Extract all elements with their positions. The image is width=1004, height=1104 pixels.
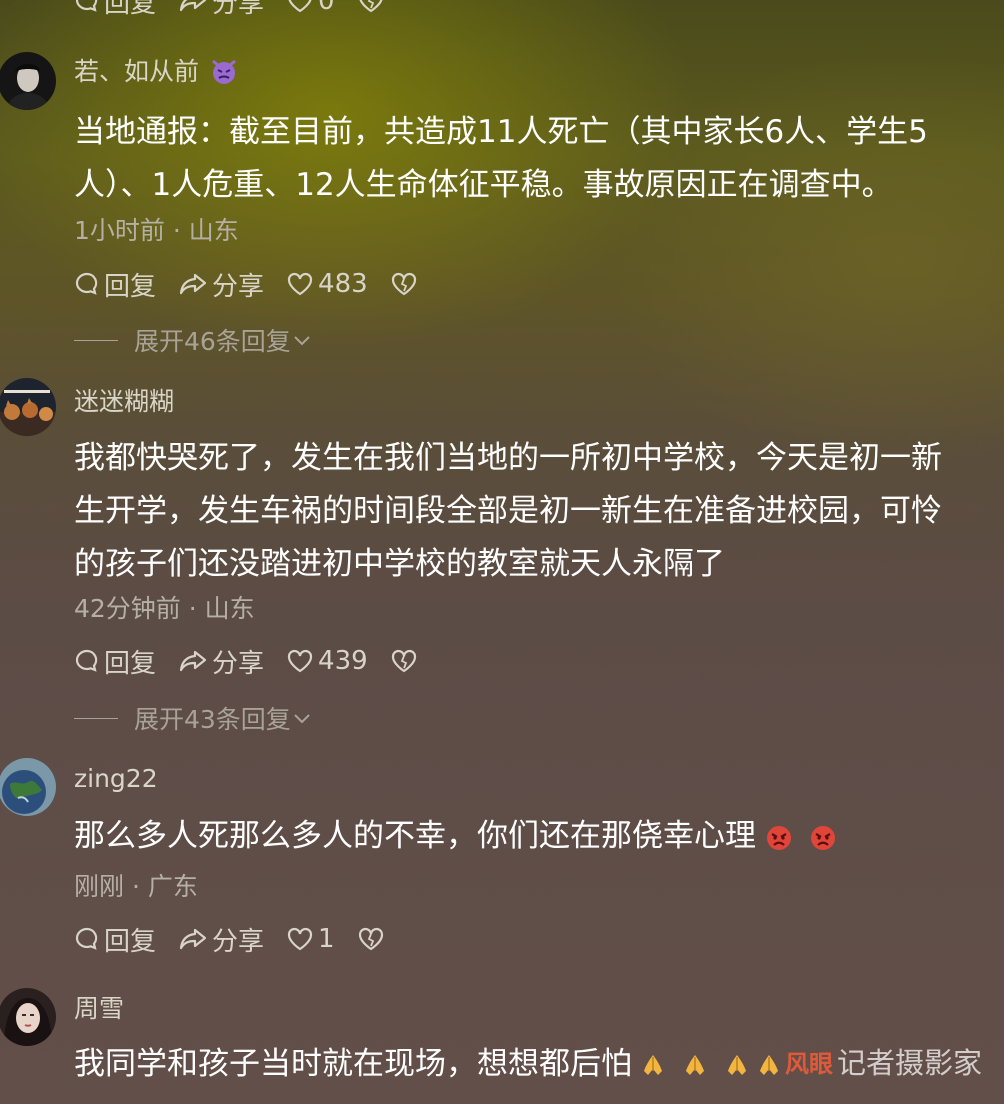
watermark: 风眼 记者摄影家	[785, 1040, 982, 1082]
comment-actions: 回复 分享 1	[74, 921, 411, 958]
comment-text: 那么多人死那么多人的不幸，你们还在那侥幸心理	[74, 810, 1004, 863]
reply-button[interactable]: 回复	[74, 921, 156, 958]
dislike-button[interactable]	[390, 271, 422, 297]
folded-hands-emoji	[728, 1054, 746, 1075]
dislike-button[interactable]	[357, 0, 389, 14]
share-label: 分享	[212, 271, 265, 302]
share-button[interactable]: 分享	[178, 0, 264, 20]
reply-button[interactable]: 回复	[74, 643, 156, 680]
purple-devil-emoji	[212, 59, 236, 84]
like-button[interactable]: 0	[286, 0, 335, 16]
comment-text: 当地通报：截至目前，共造成11人死亡（其中家长6人、学生5 人）、1人危重、12…	[74, 114, 928, 203]
expand-replies-button[interactable]: 展开46条回复	[74, 324, 313, 356]
expand-replies-label: 展开43条回复	[134, 705, 291, 734]
share-label: 分享	[212, 648, 265, 679]
angry-face-emoji	[811, 825, 835, 850]
reply-bubble-icon	[75, 927, 98, 950]
share-label: 分享	[212, 926, 265, 957]
comment-actions: 回复 分享 483	[74, 266, 444, 303]
username[interactable]: 周雪	[74, 993, 124, 1025]
like-count: 439	[318, 646, 368, 676]
folded-hands-emoji	[644, 1054, 662, 1075]
share-button[interactable]: 分享	[178, 643, 264, 680]
top-partial-actions: 回复 分享 0	[74, 0, 411, 20]
expand-replies-label: 展开46条回复	[134, 327, 291, 356]
reply-label: 回复	[104, 648, 157, 679]
comment-meta: 刚刚 · 广东	[74, 872, 198, 901]
reply-label: 回复	[104, 926, 157, 957]
share-arrow-icon	[179, 650, 207, 672]
reply-bubble-icon	[75, 272, 98, 295]
avatar[interactable]	[0, 988, 56, 1046]
reply-bubble-icon	[75, 0, 98, 12]
like-count: 483	[318, 269, 368, 299]
share-button[interactable]: 分享	[178, 266, 264, 303]
share-arrow-icon	[179, 273, 207, 295]
watermark-logo: 风眼	[784, 1049, 833, 1078]
broken-heart-icon	[358, 927, 383, 951]
folded-hands-emoji	[686, 1054, 704, 1075]
like-button[interactable]: 439	[286, 646, 368, 676]
divider	[74, 717, 118, 719]
comment-meta: 42分钟前 · 山东	[74, 594, 255, 623]
avatar-earth-icon	[0, 758, 56, 816]
share-label: 分享	[212, 0, 265, 19]
avatar-portrait-icon	[0, 988, 56, 1046]
heart-icon	[288, 0, 312, 13]
comment-meta: 1小时前 · 山东	[74, 216, 239, 245]
reply-button[interactable]: 回复	[74, 266, 156, 303]
broken-heart-icon	[391, 272, 416, 296]
like-count: 0	[318, 0, 335, 16]
avatar[interactable]	[0, 758, 56, 816]
reply-label: 回复	[104, 0, 157, 19]
avatar[interactable]	[0, 378, 56, 436]
share-arrow-icon	[179, 0, 207, 12]
broken-heart-icon	[391, 649, 416, 673]
reply-label: 回复	[104, 271, 157, 302]
reply-button[interactable]: 回复	[74, 0, 156, 20]
heart-icon	[287, 649, 313, 673]
expand-replies-button[interactable]: 展开43条回复	[74, 702, 313, 734]
watermark-text: 记者摄影家	[836, 1046, 982, 1080]
like-count: 1	[318, 924, 335, 954]
username[interactable]: zing22	[74, 763, 158, 795]
divider	[74, 339, 118, 341]
dislike-button[interactable]	[390, 648, 422, 674]
like-button[interactable]: 1	[286, 924, 335, 954]
username[interactable]: 迷迷糊糊	[74, 386, 174, 418]
avatar-cats-icon	[0, 378, 56, 436]
chevron-down-icon	[294, 714, 310, 724]
broken-heart-icon	[359, 0, 383, 13]
heart-icon	[287, 927, 313, 951]
comment-actions: 回复 分享 439	[74, 643, 444, 680]
share-button[interactable]: 分享	[178, 921, 264, 958]
folded-hands-emoji	[760, 1054, 778, 1075]
reply-bubble-icon	[75, 649, 98, 672]
angry-face-emoji	[767, 825, 791, 850]
avatar-portrait-icon	[0, 52, 56, 110]
username[interactable]: 若、如从前	[74, 56, 239, 88]
avatar[interactable]	[0, 52, 56, 110]
share-arrow-icon	[179, 928, 207, 950]
dislike-button[interactable]	[357, 926, 389, 952]
heart-icon	[287, 272, 313, 296]
like-button[interactable]: 483	[286, 269, 368, 299]
chevron-down-icon	[294, 336, 310, 346]
comment-text: 我都快哭死了，发生在我们当地的一所初中学校，今天是初一新 生开学，发生车祸的时间…	[74, 440, 942, 582]
